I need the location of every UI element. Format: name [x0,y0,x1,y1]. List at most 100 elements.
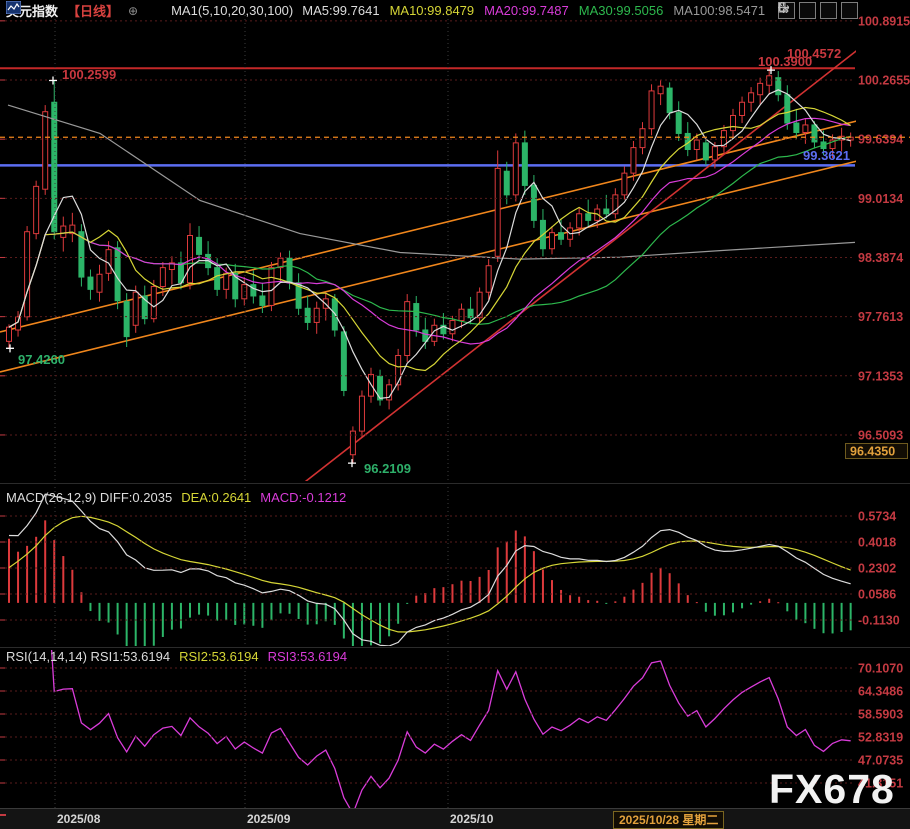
candle-body [7,327,12,341]
macd-histogram-bar [424,593,426,603]
macd-histogram-bar [334,603,336,625]
macd-histogram-bar [515,530,517,602]
macd-histogram-bar [397,603,399,624]
period-selector[interactable]: 【日线】 [67,1,119,20]
macd-histogram-bar [189,603,191,618]
macd-histogram-bar [732,603,734,612]
macd-histogram-bar [479,577,481,603]
axis-tick-label: 99.0134 [858,192,903,206]
axis-tick-label: 96.5093 [858,428,903,442]
anchor-cross-marker[interactable] [348,459,356,467]
macd-histogram-bar [216,603,218,621]
candle-body [749,93,754,102]
macd-histogram-bar [361,603,363,653]
candle-body [215,268,220,290]
macd-histogram-bar [813,603,815,629]
macd-histogram-bar [823,603,825,633]
macd-histogram-bar [705,603,707,612]
macd-histogram-bar [307,603,309,625]
macd-histogram-bar [325,603,327,621]
candle-body [604,209,609,214]
candle-body [106,250,111,274]
candle-body [577,214,582,228]
macd-histogram-bar [243,603,245,625]
axis-left-tick [0,814,6,816]
price-chart-canvas[interactable]: 100.8915100.265599.639499.013498.387497.… [0,0,910,829]
price-annotation: 100.3900 [758,54,812,69]
macd-histogram-bar [289,603,291,614]
trend-channel-line[interactable] [0,148,910,372]
macd-histogram-bar [352,603,354,654]
candle-body [803,125,808,133]
candle-body [224,273,229,289]
candle-body [124,302,129,337]
candle-body [359,396,364,431]
ma-values-readout: MA5:99.7641MA10:99.8479MA20:99.7487MA30:… [302,3,765,18]
candle-body [88,277,93,289]
macd-histogram-bar [777,602,779,603]
candle-body [459,309,464,320]
macd-histogram-bar [316,603,318,624]
candle-body [405,302,410,356]
macd-histogram-bar [8,539,10,603]
macd-histogram-bar [406,603,408,604]
macd-histogram-bar [696,602,698,603]
macd-histogram-bar [280,603,282,614]
macd-histogram-bar [108,603,110,623]
candle-body [133,292,138,325]
candle-body [703,143,708,160]
axis-tick-label: 97.1353 [858,369,903,383]
candle-body [251,285,256,296]
candle-body [486,266,491,292]
indicator-value-label: MACD(26,12,9) DIFF:0.2035 [6,490,172,505]
axis-tick-label: 0.5734 [858,510,896,524]
macd-histogram-bar [542,570,544,603]
macd-histogram-bar [569,595,571,603]
main-pane[interactable] [0,48,910,490]
price-annotation: 100.2599 [62,67,116,82]
candle-body [260,296,265,305]
circled-plus-icon[interactable]: ⊕ [128,4,138,18]
candle-body [586,214,591,221]
candle-body [61,226,66,237]
current-date-badge: 2025/10/28 星期二 [613,811,724,829]
candle-body [631,148,636,174]
macd-histogram-bar [605,603,607,604]
axis-tick-label: 58.5903 [858,708,903,722]
macd-pane[interactable] [8,494,852,653]
axis-price-box-label: 96.4350 [850,445,895,459]
macd-histogram-bar [379,603,381,643]
macd-histogram-bar [62,556,64,603]
macd-histogram-bar [669,573,671,603]
indicator-value-label: RSI3:53.6194 [268,649,348,664]
candle-body [640,129,645,148]
macd-histogram-bar [714,603,716,616]
trendline-red[interactable] [295,48,860,490]
anchor-cross-marker[interactable] [6,344,14,352]
candle-body [676,113,681,134]
macd-histogram-bar [153,603,155,646]
macd-histogram-bar [850,603,852,630]
axis-tick-label: 100.2655 [858,74,910,88]
indicator-value-label: RSI2:53.6194 [179,649,259,664]
macd-histogram-bar [642,583,644,603]
candle-body [531,185,536,220]
candle-body [43,112,48,189]
candle-body [559,233,564,240]
macd-histogram-bar [71,570,73,603]
axis-scale-left-icon[interactable] [799,2,816,19]
macd-histogram-bar [117,603,119,635]
pane-expand-icon[interactable] [841,2,858,19]
anchor-cross-marker[interactable] [49,77,57,85]
candle-body [658,86,663,94]
axis-tick-label: 0.4018 [858,536,896,550]
candle-body [667,88,672,113]
candle-body [242,285,247,299]
axis-scale-right-icon[interactable] [820,2,837,19]
candle-body [731,115,736,130]
time-axis-month-label: 2025/08 [57,812,100,826]
macd-histogram-bar [126,603,128,649]
macd-histogram-bar [533,551,535,603]
axis-tick-label: 0.0586 [858,588,896,602]
axis-tick-label: 64.3486 [858,685,903,699]
